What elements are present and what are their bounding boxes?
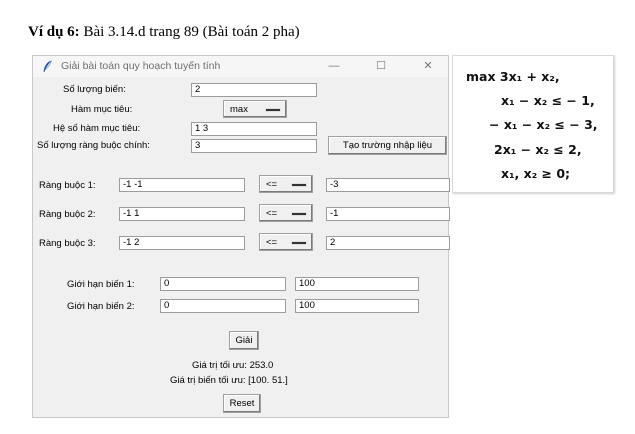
problem-constraint-1: x₁ − x₂ ≤ − 1, bbox=[501, 93, 595, 108]
coef-input[interactable]: 1 3 bbox=[191, 122, 317, 136]
heading-label: Ví dụ 6: bbox=[28, 24, 80, 40]
problem-nonnegativity: x₁, x₂ ≥ 0; bbox=[501, 166, 571, 181]
constraint-2-sign-value: <= bbox=[266, 208, 278, 219]
dropdown-indicator-icon bbox=[292, 242, 306, 244]
num-vars-input[interactable]: 2 bbox=[191, 83, 317, 97]
bound-2-label: Giới hạn biến 2: bbox=[67, 301, 135, 312]
reset-button[interactable]: Reset bbox=[223, 394, 261, 413]
objective-select[interactable]: max bbox=[223, 100, 287, 118]
coef-label: Hệ số hàm mục tiêu: bbox=[53, 123, 141, 134]
objective-select-value: max bbox=[230, 104, 248, 115]
constraint-2-rhs-input[interactable]: -1 bbox=[326, 207, 450, 221]
maximize-button[interactable]: ☐ bbox=[366, 57, 396, 75]
constraint-3-coefs-input[interactable]: -1 2 bbox=[119, 236, 245, 250]
bound-1-label: Giới hạn biến 1: bbox=[67, 279, 135, 290]
optimal-vars-text: Giá trị biến tối ưu: [100. 51.] bbox=[170, 375, 288, 386]
constraint-1-sign-select[interactable]: <= bbox=[259, 175, 313, 193]
bound-2-lower-input[interactable]: 0 bbox=[160, 299, 286, 313]
problem-constraint-2: − x₁ − x₂ ≤ − 3, bbox=[489, 117, 598, 132]
problem-objective: max 3x₁ + x₂, bbox=[466, 69, 560, 84]
heading-text: Bài 3.14.d trang 89 (Bài toán 2 pha) bbox=[79, 24, 300, 40]
window-title: Giải bài toán quy hoạch tuyến tính bbox=[61, 60, 221, 72]
minimize-button[interactable]: — bbox=[319, 57, 349, 75]
problem-constraint-3: 2x₁ − x₂ ≤ 2, bbox=[494, 142, 582, 157]
constraint-2-coefs-input[interactable]: -1 1 bbox=[119, 207, 245, 221]
constraint-2-label: Ràng buộc 2: bbox=[39, 209, 96, 220]
bound-1-lower-input[interactable]: 0 bbox=[160, 277, 286, 291]
dropdown-indicator-icon bbox=[292, 184, 306, 186]
close-button[interactable]: ✕ bbox=[413, 57, 443, 75]
constraint-3-sign-select[interactable]: <= bbox=[259, 233, 313, 251]
objective-label: Hàm mục tiêu: bbox=[71, 104, 133, 115]
bound-1-upper-input[interactable]: 100 bbox=[295, 277, 419, 291]
num-constraints-input[interactable]: 3 bbox=[191, 139, 317, 153]
dropdown-indicator-icon bbox=[292, 213, 306, 215]
optimal-value-text: Giá trị tối ưu: 253.0 bbox=[192, 360, 274, 371]
create-fields-button[interactable]: Tạo trường nhập liệu bbox=[328, 136, 447, 155]
constraint-1-label: Ràng buộc 1: bbox=[39, 180, 96, 191]
constraint-3-label: Ràng buộc 3: bbox=[39, 238, 96, 249]
dropdown-indicator-icon bbox=[266, 109, 280, 111]
constraint-3-rhs-input[interactable]: 2 bbox=[326, 236, 450, 250]
constraint-1-coefs-input[interactable]: -1 -1 bbox=[119, 178, 245, 192]
num-vars-label: Số lượng biến: bbox=[63, 84, 126, 95]
constraint-3-sign-value: <= bbox=[266, 237, 278, 248]
feather-icon bbox=[43, 60, 52, 72]
solve-button[interactable]: Giải bbox=[229, 331, 259, 350]
lp-solver-window: Giải bài toán quy hoạch tuyến tính — ☐ ✕… bbox=[32, 55, 450, 418]
problem-statement-image: max 3x₁ + x₂, x₁ − x₂ ≤ − 1, − x₁ − x₂ ≤… bbox=[452, 55, 614, 193]
constraint-2-sign-select[interactable]: <= bbox=[259, 204, 313, 222]
document-heading: Ví dụ 6: Bài 3.14.d trang 89 (Bài toán 2… bbox=[28, 24, 300, 41]
title-bar[interactable]: Giải bài toán quy hoạch tuyến tính — ☐ ✕ bbox=[33, 56, 448, 77]
bound-2-upper-input[interactable]: 100 bbox=[295, 299, 419, 313]
constraint-1-sign-value: <= bbox=[266, 179, 278, 190]
num-constraints-label: Số lượng ràng buộc chính: bbox=[37, 140, 150, 151]
constraint-1-rhs-input[interactable]: -3 bbox=[326, 178, 450, 192]
